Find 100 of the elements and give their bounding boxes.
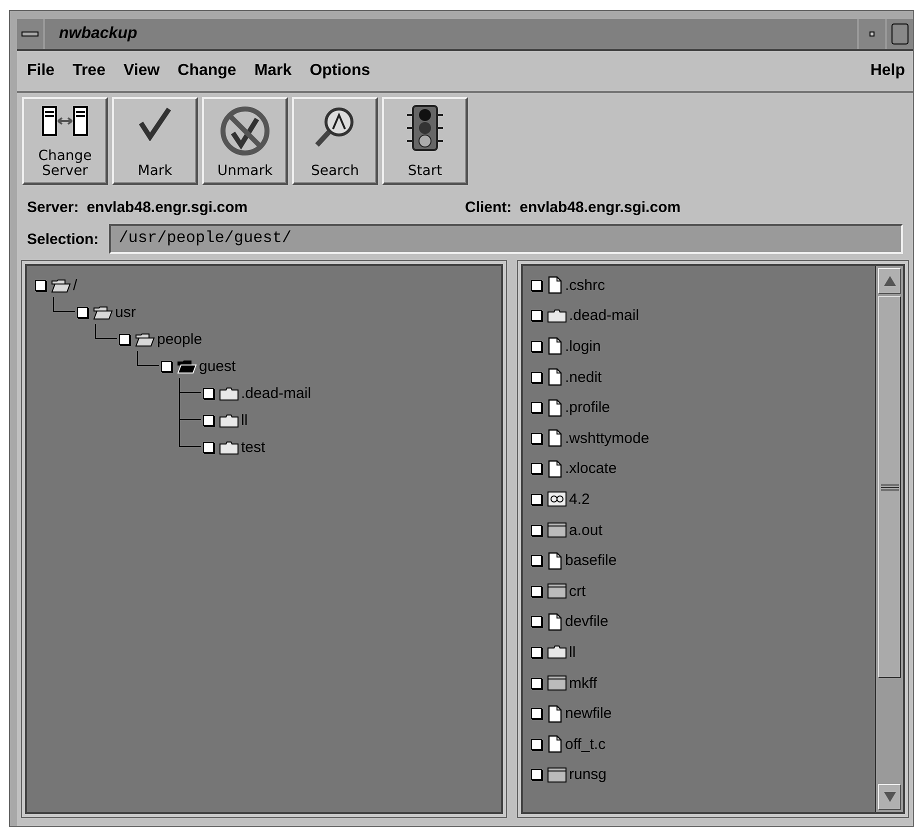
- tree-connector: [179, 378, 201, 393]
- menu-item[interactable]: Change: [178, 62, 236, 80]
- file-name[interactable]: devfile: [565, 613, 608, 630]
- toolbar-button[interactable]: Search: [292, 97, 378, 185]
- file-name[interactable]: basefile: [565, 552, 617, 570]
- checkbox[interactable]: [531, 463, 542, 474]
- no-checkmark-icon: [219, 105, 271, 157]
- window-menu-button[interactable]: [17, 19, 45, 49]
- down-arrow-icon: [884, 792, 896, 802]
- checkbox[interactable]: [203, 388, 214, 399]
- document-icon: [547, 276, 563, 294]
- grip-icon: [880, 484, 898, 490]
- checkbox[interactable]: [203, 442, 214, 453]
- scrollbar[interactable]: [875, 266, 903, 812]
- checkbox[interactable]: [531, 280, 542, 291]
- selection-field[interactable]: /usr/people/guest/: [108, 224, 903, 254]
- tree-connector: [179, 405, 201, 420]
- client-label: Client:: [465, 199, 512, 216]
- folder-name[interactable]: .dead-mail: [241, 385, 312, 402]
- toolbar-button[interactable]: Unmark: [202, 97, 288, 185]
- selection-label: Selection:: [27, 230, 99, 248]
- minus-icon: [21, 31, 39, 37]
- checkbox[interactable]: [531, 432, 542, 444]
- file-name[interactable]: .wshttymode: [565, 430, 650, 447]
- tree-connector: [137, 351, 159, 366]
- menu-item[interactable]: Mark: [254, 62, 292, 80]
- checkbox[interactable]: [531, 402, 542, 414]
- document-icon: [547, 552, 563, 570]
- window-icon: [547, 766, 567, 783]
- checkbox[interactable]: [531, 524, 542, 536]
- file-name[interactable]: off_t.c: [565, 736, 606, 753]
- folder-name[interactable]: ll: [241, 412, 248, 429]
- file-name[interactable]: crt: [569, 582, 586, 600]
- tree-connector: [53, 297, 75, 312]
- file-name[interactable]: .login: [565, 338, 601, 355]
- checkbox[interactable]: [531, 340, 542, 352]
- scroll-down-button[interactable]: [878, 784, 901, 810]
- traffic-light-icon: [405, 105, 445, 151]
- toolbar-button[interactable]: Mark: [112, 97, 198, 185]
- folder-icon: [547, 645, 567, 660]
- file-name[interactable]: 4.2: [569, 490, 590, 508]
- file-name[interactable]: ll: [569, 644, 576, 661]
- window-icon: [547, 583, 567, 600]
- folder-name[interactable]: usr: [115, 304, 136, 321]
- document-icon: [547, 735, 563, 754]
- menu-item[interactable]: View: [123, 62, 160, 80]
- servers-icon: [40, 105, 90, 139]
- checkmark-icon: [137, 105, 173, 141]
- loop-icon: [547, 491, 567, 508]
- scroll-up-button[interactable]: [878, 268, 901, 294]
- toolbar-button[interactable]: Start: [382, 97, 468, 185]
- checkbox[interactable]: [531, 310, 542, 322]
- tree-connector: [95, 324, 117, 339]
- checkbox[interactable]: [531, 616, 542, 628]
- file-name[interactable]: .dead-mail: [569, 307, 640, 324]
- file-name[interactable]: a.out: [569, 522, 602, 539]
- folder-name[interactable]: /: [73, 277, 78, 294]
- folder-name[interactable]: test: [241, 439, 266, 456]
- folder-name[interactable]: guest: [199, 358, 236, 375]
- folder-name[interactable]: people: [157, 331, 202, 348]
- checkbox[interactable]: [531, 494, 542, 505]
- square-icon: [891, 23, 909, 45]
- menu-item[interactable]: Tree: [72, 62, 106, 80]
- help-menu[interactable]: Help: [870, 62, 905, 80]
- document-icon: [547, 460, 563, 478]
- checkbox[interactable]: [203, 415, 214, 426]
- document-icon: [547, 337, 563, 356]
- checkbox[interactable]: [531, 678, 542, 689]
- checkbox[interactable]: [531, 708, 542, 720]
- menu-item[interactable]: File: [27, 62, 55, 80]
- checkbox[interactable]: [77, 307, 88, 318]
- checkbox[interactable]: [161, 361, 172, 372]
- document-icon: [547, 704, 563, 723]
- server-label: Server:: [27, 199, 79, 216]
- file-name[interactable]: mkff: [569, 674, 598, 692]
- window-icon: [547, 522, 567, 538]
- menu-item[interactable]: Options: [310, 62, 370, 80]
- scroll-thumb[interactable]: [878, 296, 901, 678]
- checkbox[interactable]: [35, 280, 46, 291]
- window-title: nwbackup: [59, 25, 138, 43]
- file-name[interactable]: newfile: [565, 705, 612, 722]
- folder-icon: [547, 308, 567, 323]
- file-name[interactable]: .cshrc: [565, 276, 606, 294]
- toolbar-button[interactable]: Change Server: [22, 97, 108, 185]
- checkbox[interactable]: [531, 738, 542, 750]
- up-arrow-icon: [884, 276, 896, 286]
- client-value: envlab48.engr.sgi.com: [520, 199, 681, 216]
- file-name[interactable]: runsg: [569, 766, 607, 784]
- checkbox[interactable]: [531, 646, 542, 658]
- checkbox[interactable]: [531, 586, 542, 597]
- maximize-button[interactable]: [885, 19, 913, 49]
- checkbox[interactable]: [119, 334, 130, 345]
- file-name[interactable]: .profile: [565, 399, 610, 416]
- document-icon: [547, 398, 563, 417]
- checkbox[interactable]: [531, 555, 542, 566]
- checkbox[interactable]: [531, 769, 542, 780]
- file-name[interactable]: .xlocate: [565, 460, 617, 478]
- window-icon: [547, 675, 567, 692]
- checkbox[interactable]: [531, 372, 542, 383]
- file-name[interactable]: .nedit: [565, 368, 602, 386]
